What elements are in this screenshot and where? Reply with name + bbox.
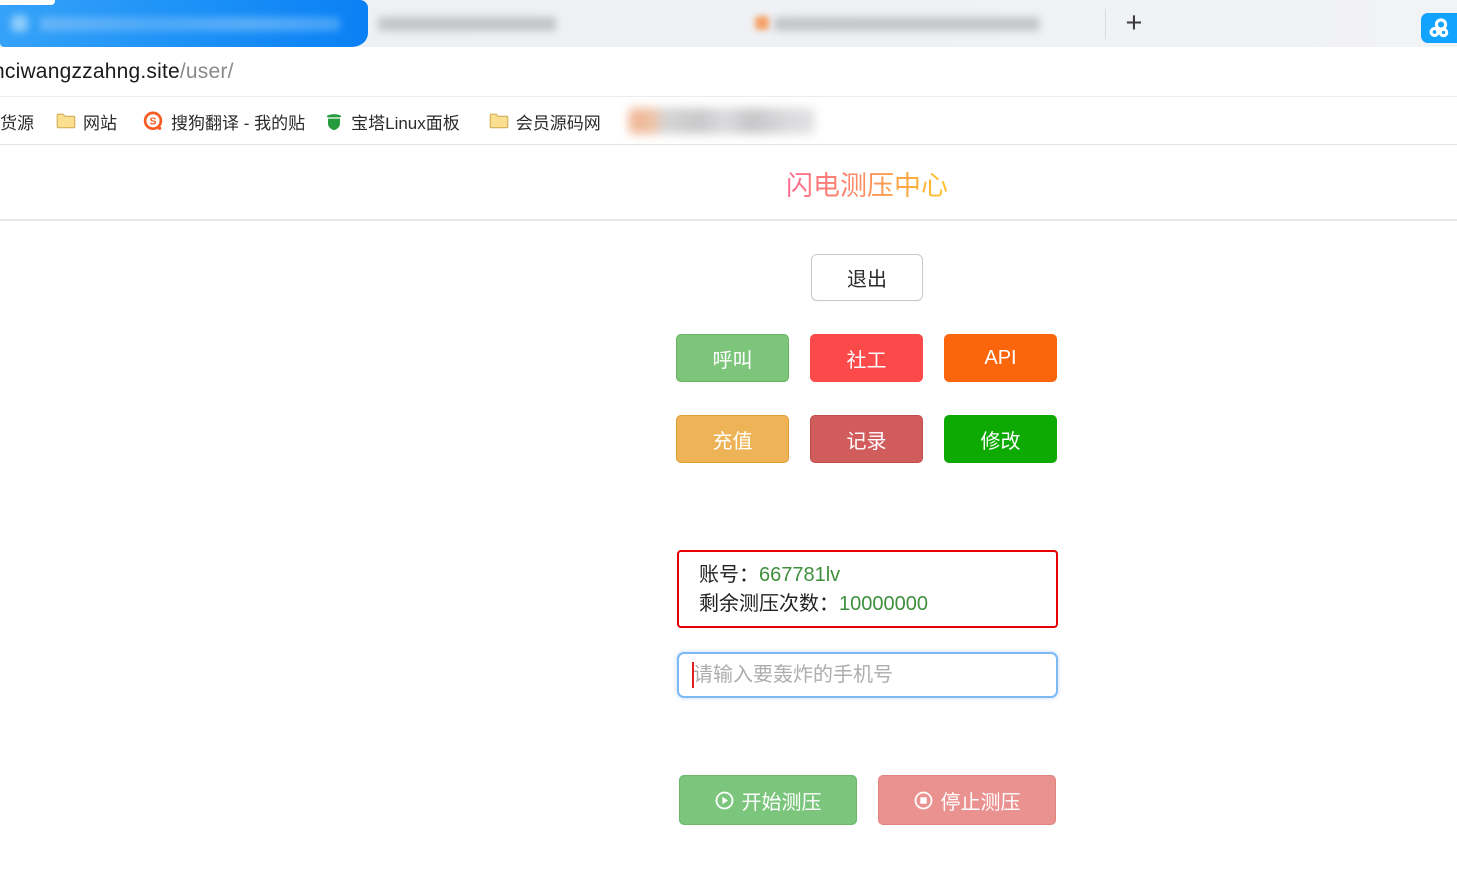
- baota-shield-icon: [324, 111, 344, 131]
- bookmark-baota-panel[interactable]: 宝塔Linux面板: [324, 109, 460, 134]
- page-title: 闪电测压中心: [786, 170, 948, 202]
- netdisk-icon: [1427, 16, 1451, 40]
- bookmark-label: 搜狗翻译 - 我的贴: [171, 109, 305, 134]
- inactive-tab-3[interactable]: [774, 17, 1040, 31]
- address-bar[interactable]: nciwangzzahng.site/user/: [0, 47, 1457, 97]
- play-circle-icon: [715, 791, 734, 810]
- username-value: 667781lv: [759, 564, 840, 586]
- bookmark-label: 网站: [83, 109, 117, 134]
- inactive-tab-2[interactable]: [378, 17, 556, 31]
- netdisk-cloud-button[interactable]: [1421, 13, 1457, 43]
- phone-input-wrap: [677, 652, 1058, 698]
- stop-test-label: 停止测压: [941, 786, 1021, 815]
- bookmark-folder-vip-source[interactable]: 会员源码网: [489, 109, 601, 134]
- action-button-row: 开始测压 停止测压: [679, 775, 1056, 825]
- call-button[interactable]: 呼叫: [676, 334, 789, 382]
- bookmark-label: 宝塔Linux面板: [351, 109, 460, 134]
- sogou-icon: S: [143, 111, 164, 132]
- shegong-button[interactable]: 社工: [810, 334, 923, 382]
- url-domain: nciwangzzahng.site: [0, 60, 180, 83]
- bookmark-label: 会员源码网: [516, 109, 601, 134]
- svg-text:S: S: [149, 115, 156, 127]
- bookmark-blurred[interactable]: [629, 108, 815, 134]
- recharge-button[interactable]: 充值: [676, 415, 789, 463]
- url-path: /user/: [180, 60, 234, 83]
- logout-button[interactable]: 退出: [811, 254, 923, 301]
- remaining-value: 10000000: [839, 593, 928, 615]
- modify-button[interactable]: 修改: [944, 415, 1057, 463]
- folder-icon: [56, 113, 76, 129]
- bookmark-folder-wangzhan[interactable]: 网站: [56, 109, 117, 134]
- stop-test-button[interactable]: 停止测压: [878, 775, 1056, 825]
- account-username-line: 账号：667781lv: [699, 561, 1036, 590]
- folder-icon: [489, 113, 509, 129]
- account-remaining-line: 剩余测压次数：10000000: [699, 590, 1036, 619]
- start-test-button[interactable]: 开始测压: [679, 775, 857, 825]
- phone-number-input[interactable]: [677, 652, 1058, 698]
- bookmark-sogou-translate[interactable]: S 搜狗翻译 - 我的贴: [143, 109, 305, 134]
- active-tab[interactable]: [0, 0, 368, 47]
- bookmark-huoyuan[interactable]: 货源: [0, 109, 34, 134]
- bookmark-label: 货源: [0, 109, 34, 134]
- api-button[interactable]: API: [944, 334, 1057, 382]
- active-tab-title-blurred: [40, 17, 340, 31]
- tab-separator: [1105, 9, 1106, 39]
- url-text: nciwangzzahng.site/user/: [0, 60, 234, 84]
- new-tab-button[interactable]: +: [1118, 5, 1150, 41]
- remaining-label: 剩余测压次数：: [699, 593, 839, 615]
- account-info-box: 账号：667781lv 剩余测压次数：10000000: [677, 550, 1058, 628]
- inactive-tab-3-favicon: [755, 16, 769, 30]
- start-test-label: 开始测压: [742, 786, 822, 815]
- stop-circle-icon: [914, 791, 933, 810]
- tab-notch: [0, 0, 55, 5]
- active-tab-favicon: [11, 15, 28, 32]
- username-label: 账号：: [699, 564, 759, 586]
- header-divider: [0, 219, 1457, 221]
- records-button[interactable]: 记录: [810, 415, 923, 463]
- tab-bar: +: [0, 0, 1457, 47]
- nav-button-row-2: 充值 记录 修改: [676, 415, 1057, 463]
- nav-button-row-1: 呼叫 社工 API: [676, 334, 1057, 382]
- bookmarks-bar: 货源 网站 S 搜狗翻译 - 我的贴 宝塔Linux面板 会员源码网: [0, 98, 1457, 145]
